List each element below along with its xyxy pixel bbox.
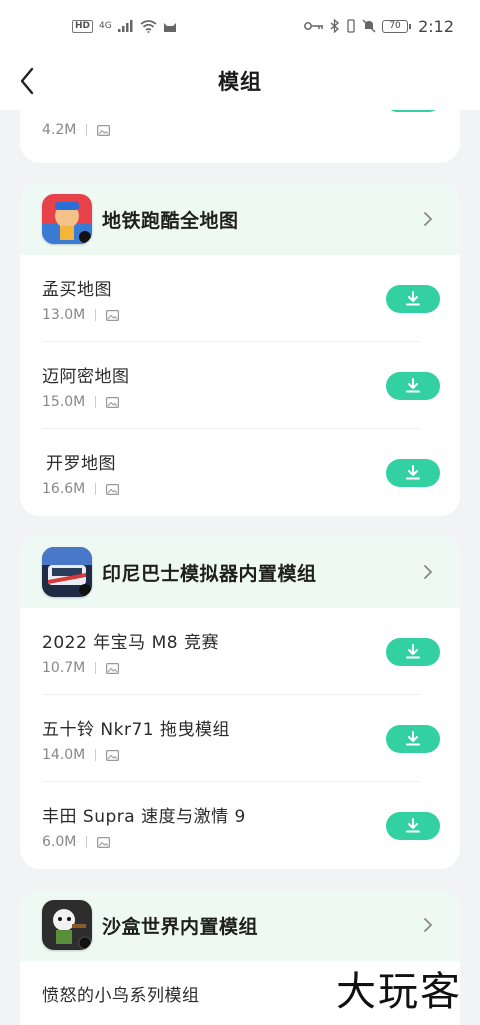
download-icon bbox=[406, 644, 420, 659]
card-partial: 4.2M bbox=[20, 110, 460, 163]
image-icon bbox=[106, 483, 120, 495]
item-name: 愤怒的小鸟系列模组 bbox=[42, 986, 200, 1006]
list-item[interactable]: 五十铃 Nkr71 拖曳模组 14.0M bbox=[20, 695, 460, 782]
meta-divider bbox=[95, 396, 97, 408]
cat-icon bbox=[163, 22, 176, 32]
list-item[interactable]: 迈阿密地图 15.0M bbox=[20, 342, 460, 429]
chevron-left-icon bbox=[20, 67, 34, 95]
image-icon bbox=[97, 836, 111, 848]
page-header: 模组 bbox=[0, 52, 480, 110]
meta-divider bbox=[95, 749, 97, 761]
card-header[interactable]: 地铁跑酷全地图 bbox=[20, 183, 460, 255]
meta-divider bbox=[86, 836, 88, 848]
card-header[interactable]: 印尼巴士模拟器内置模组 bbox=[20, 536, 460, 608]
image-icon bbox=[97, 124, 111, 136]
item-meta: 10.7M bbox=[42, 660, 120, 676]
item-size: 14.0M bbox=[42, 747, 86, 763]
item-size: 16.6M bbox=[42, 481, 86, 497]
signal-icon bbox=[117, 20, 133, 32]
item-name: 孟买地图 bbox=[42, 280, 112, 300]
chevron-right-icon bbox=[418, 562, 438, 582]
meta-divider bbox=[95, 483, 97, 495]
list-item[interactable]: 丰田 Supra 速度与激情 9 6.0M bbox=[20, 782, 460, 869]
list-item[interactable]: 开罗地图 16.6M bbox=[20, 429, 460, 516]
item-name: 迈阿密地图 bbox=[42, 367, 130, 387]
download-icon bbox=[406, 291, 420, 306]
status-bar: HD 4G 70 2:12 bbox=[0, 0, 480, 52]
network-type: 4G bbox=[99, 21, 112, 31]
download-icon bbox=[406, 731, 420, 746]
card-title: 沙盒世界内置模组 bbox=[102, 915, 259, 938]
download-button[interactable] bbox=[386, 459, 440, 487]
wifi-icon bbox=[140, 19, 157, 33]
item-meta: 14.0M bbox=[42, 747, 120, 763]
item-size: 4.2M bbox=[42, 122, 77, 138]
page-title: 模组 bbox=[218, 70, 262, 94]
meta-divider bbox=[95, 309, 97, 321]
sandbox-world-icon bbox=[42, 900, 92, 950]
bluetooth-icon bbox=[330, 19, 340, 33]
download-button[interactable] bbox=[386, 638, 440, 666]
download-button[interactable] bbox=[386, 372, 440, 400]
download-icon bbox=[406, 818, 420, 833]
key-icon bbox=[304, 22, 324, 30]
status-left: HD 4G bbox=[72, 19, 177, 33]
subway-surfers-icon bbox=[42, 194, 92, 244]
mod-list[interactable]: 4.2M 地铁跑酷全地图 孟买地图 13.0M 迈阿密地图 15.0M 开罗地图… bbox=[0, 110, 480, 1025]
image-icon bbox=[106, 749, 120, 761]
list-item[interactable]: 2022 年宝马 M8 竞赛 10.7M bbox=[20, 608, 460, 695]
hd-badge: HD bbox=[72, 19, 94, 33]
item-meta: 4.2M bbox=[42, 122, 111, 138]
item-size: 6.0M bbox=[42, 834, 77, 850]
chevron-right-icon bbox=[418, 915, 438, 935]
back-button[interactable] bbox=[10, 64, 44, 98]
chevron-right-icon bbox=[418, 209, 438, 229]
meta-divider bbox=[95, 662, 97, 674]
item-name: 开罗地图 bbox=[46, 454, 116, 474]
meta-divider bbox=[86, 124, 88, 136]
item-meta: 16.6M bbox=[42, 481, 120, 497]
mod-card-subway: 地铁跑酷全地图 孟买地图 13.0M 迈阿密地图 15.0M 开罗地图 16.6… bbox=[20, 183, 460, 516]
item-size: 10.7M bbox=[42, 660, 86, 676]
item-meta: 15.0M bbox=[42, 394, 120, 410]
image-icon bbox=[106, 662, 120, 674]
mod-card-bus: 印尼巴士模拟器内置模组 2022 年宝马 M8 竞赛 10.7M 五十铃 Nkr… bbox=[20, 536, 460, 869]
item-meta: 13.0M bbox=[42, 307, 120, 323]
list-item[interactable]: 孟买地图 13.0M bbox=[20, 255, 460, 342]
item-name: 丰田 Supra 速度与激情 9 bbox=[42, 807, 246, 827]
bus-simulator-icon bbox=[42, 547, 92, 597]
image-icon bbox=[106, 396, 120, 408]
item-name: 2022 年宝马 M8 竞赛 bbox=[42, 633, 219, 653]
download-icon bbox=[406, 378, 420, 393]
download-button[interactable] bbox=[386, 110, 440, 112]
image-icon bbox=[106, 309, 120, 321]
watermark-logo: 大玩客 bbox=[336, 969, 462, 1015]
card-header[interactable]: 沙盒世界内置模组 bbox=[20, 889, 460, 961]
battery-icon: 70 bbox=[382, 19, 412, 33]
download-button[interactable] bbox=[386, 725, 440, 753]
download-button[interactable] bbox=[386, 285, 440, 313]
item-size: 13.0M bbox=[42, 307, 86, 323]
vibrate-icon bbox=[347, 19, 355, 33]
mute-icon bbox=[362, 19, 376, 33]
item-size: 15.0M bbox=[42, 394, 86, 410]
list-item[interactable]: 4.2M bbox=[20, 110, 460, 163]
card-title: 地铁跑酷全地图 bbox=[102, 209, 239, 232]
item-meta: 6.0M bbox=[42, 834, 111, 850]
card-title: 印尼巴士模拟器内置模组 bbox=[102, 562, 317, 585]
item-name: 五十铃 Nkr71 拖曳模组 bbox=[42, 720, 230, 740]
status-right: 70 2:12 bbox=[304, 17, 454, 36]
download-icon bbox=[406, 465, 420, 480]
status-time: 2:12 bbox=[418, 16, 454, 36]
download-button[interactable] bbox=[386, 812, 440, 840]
